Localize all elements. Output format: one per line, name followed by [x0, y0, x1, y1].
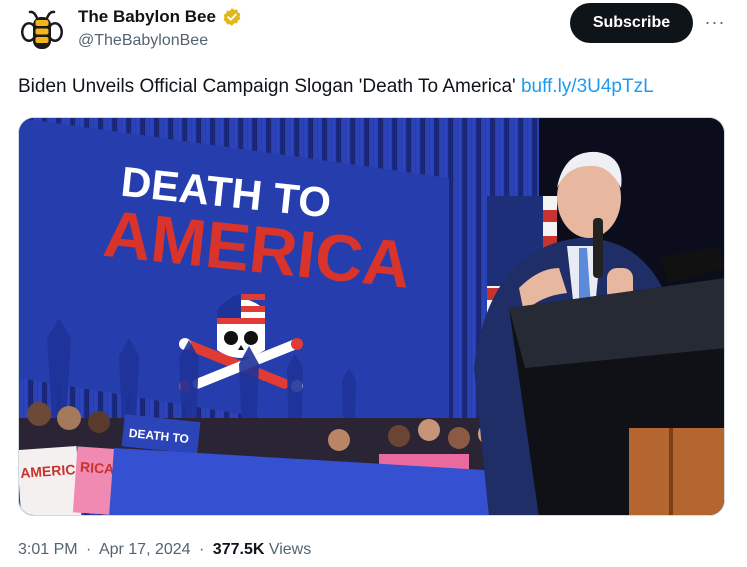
verified-badge-icon[interactable]	[222, 7, 242, 27]
placard-mid-text: RICA	[80, 459, 115, 477]
avatar[interactable]	[18, 6, 66, 54]
author-name-row: The Babylon Bee	[78, 6, 242, 28]
tweet-link[interactable]: buff.ly/3U4pTzL	[521, 76, 654, 97]
views-label: Views	[268, 541, 312, 558]
views-count: 377.5K	[212, 541, 265, 558]
tweet-body: Biden Unveils Official Campaign Slogan '…	[18, 76, 521, 97]
babylon-bee-logo-icon	[21, 10, 63, 49]
author-display-name[interactable]: The Babylon Bee	[78, 7, 216, 27]
tweet-media[interactable]: DEATH TO AMERICA AMERICA RICA DEATH TO	[18, 117, 725, 516]
meta-separator: ·	[199, 541, 205, 558]
tweet: The Babylon Bee @TheBabylonBee Subscribe…	[0, 0, 747, 567]
author-handle[interactable]: @TheBabylonBee	[78, 32, 208, 50]
tweet-date[interactable]: Apr 17, 2024	[99, 541, 191, 558]
meta-separator: ·	[86, 541, 92, 558]
media-image: DEATH TO AMERICA AMERICA RICA DEATH TO	[19, 118, 724, 515]
tweet-text: Biden Unveils Official Campaign Slogan '…	[18, 76, 654, 98]
tweet-meta: 3:01 PM · Apr 17, 2024 · 377.5K Views	[18, 541, 311, 559]
more-options-icon[interactable]: ···	[702, 10, 728, 34]
tweet-time[interactable]: 3:01 PM	[18, 541, 78, 558]
subscribe-button[interactable]: Subscribe	[570, 3, 693, 43]
